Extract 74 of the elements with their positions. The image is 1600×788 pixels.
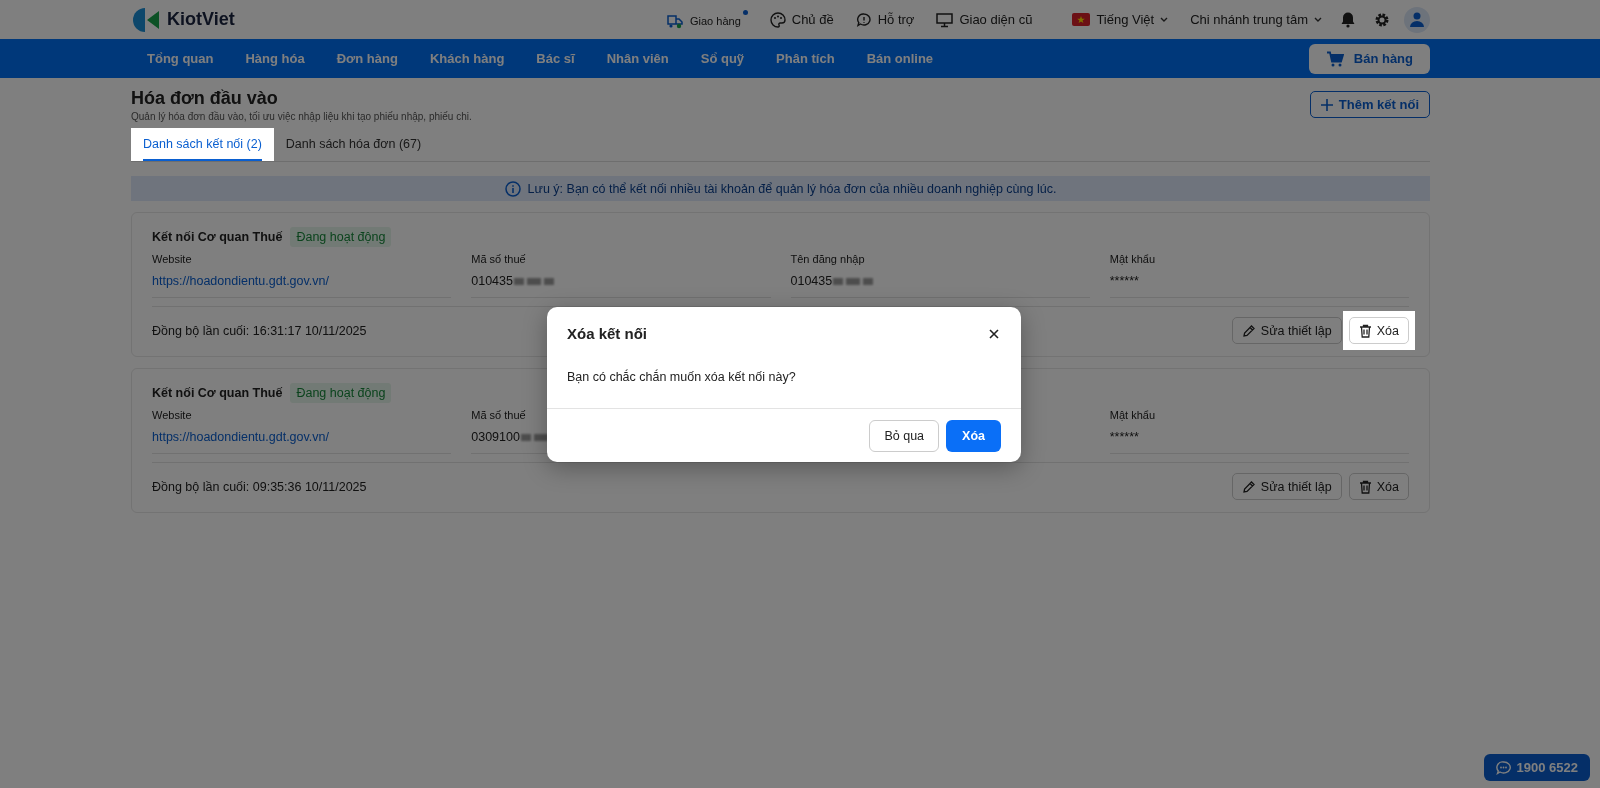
page-subtitle: Quản lý hóa đơn đầu vào, tối ưu việc nhập liệu khi tạo phiếu nhập, phiếu chi. [131,111,472,122]
caret-icon [1160,16,1169,23]
field-value: ****** [1109,274,1139,288]
nav-item[interactable]: Đơn hàng [320,51,414,66]
nav-item[interactable]: Nhân viên [590,51,685,66]
dialog-title: Xóa kết nối [567,325,648,342]
nav-item[interactable]: Phân tích [760,51,851,66]
field-label: Tên đăng nhập [790,253,866,265]
field-value: 010435 [790,274,833,288]
settings-icon[interactable] [1374,11,1390,28]
delete-button[interactable]: Xóa [1348,473,1409,500]
flag-icon [1072,13,1091,26]
field-label: Mã số thuế [471,253,527,265]
field-value: 010435 [471,274,513,288]
header-link[interactable]: Chủ đề [769,11,834,28]
brand-name: KiotViet [167,9,235,30]
header-link[interactable]: Hỗ trợ [855,11,915,28]
notification-dot [742,10,748,15]
header-link[interactable]: Giao diện cũ [936,11,1033,28]
header-link[interactable]: Giao hàng [666,10,748,29]
header-link[interactable]: Tiếng Việt [1072,12,1169,27]
nav-item[interactable]: Bác sĩ [520,51,591,66]
chat-icon [1495,760,1511,775]
nav-item[interactable]: Tổng quan [131,51,230,66]
bell-icon[interactable] [1340,11,1356,28]
trash-icon [1358,479,1372,494]
chat-icon [855,11,872,28]
status-tag: Đang hoạt động [290,227,392,247]
nav-item[interactable]: Khách hàng [413,51,521,66]
field-label: Website [152,409,193,421]
tab[interactable]: Danh sách hóa đơn (67) [273,128,434,161]
trash-icon [1358,323,1372,338]
plus-icon [1320,98,1333,111]
info-icon [504,180,521,197]
status-tag: Đang hoạt động [290,383,392,403]
sell-button[interactable]: Bán hàng [1308,43,1430,74]
pencil-icon [1241,479,1256,494]
nav-item[interactable]: Hàng hóa [229,51,321,66]
header-link[interactable]: Chi nhánh trung tâm [1190,12,1322,27]
field-label: Website [152,253,193,265]
hotline-button[interactable]: 1900 6522 [1483,754,1590,781]
cancel-button[interactable]: Bỏ qua [869,420,940,452]
caret-icon [1314,16,1322,23]
connection-title: Kết nối Cơ quan Thuế [152,230,283,244]
field-value: ****** [1109,430,1139,444]
edit-button[interactable]: Sửa thiết lập [1231,473,1342,500]
delete-button[interactable]: Xóa [1348,317,1409,344]
website-link[interactable]: https://hoadondientu.gdt.gov.vn/ [152,430,329,444]
nav-item[interactable]: Bán online [850,51,950,66]
palette-icon [769,11,786,28]
nav-item[interactable]: Sổ quỹ [684,51,761,66]
last-sync-text: Đồng bộ lần cuối: 09:35:36 10/11/2025 [152,479,367,494]
website-link[interactable]: https://hoadondientu.gdt.gov.vn/ [152,274,329,288]
blurred-text [833,277,874,285]
logo-icon [133,6,161,33]
pencil-icon [1241,323,1256,338]
edit-button[interactable]: Sửa thiết lập [1231,317,1342,344]
connection-title: Kết nối Cơ quan Thuế [152,386,283,400]
field-value: 0309100 [471,430,520,444]
blurred-text [513,277,554,285]
truck-icon [666,13,684,29]
monitor-icon [936,11,954,28]
dialog-message: Bạn có chắc chắn muốn xóa kết nối này? [566,368,797,386]
user-avatar[interactable] [1404,6,1430,33]
close-icon[interactable] [989,328,999,339]
confirm-button[interactable]: Xóa [946,420,1001,452]
last-sync-text: Đồng bộ lần cuối: 16:31:17 10/11/2025 [152,323,367,338]
field-label: Mật khẩu [1109,409,1156,421]
field-label: Mật khẩu [1109,253,1156,265]
field-label: Mã số thuế [471,409,527,421]
add-connection-button[interactable]: Thêm kết nối [1309,91,1430,118]
cart-icon [1325,50,1344,67]
notice-text: Lưu ý: Bạn có thể kết nối nhiều tài khoản để quản lý hóa đơn của nhiều doanh nghiệp cùng lúc. [527,181,1057,196]
page-title: Hóa đơn đầu vào [131,88,279,109]
